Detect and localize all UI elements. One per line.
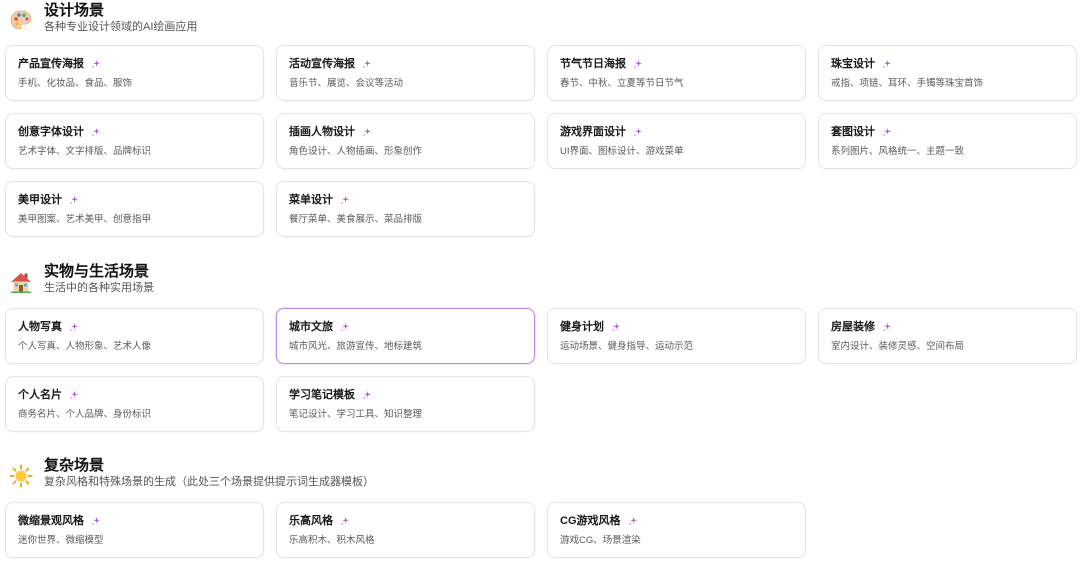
section-title: 实物与生活场景 [44, 263, 150, 280]
sparkle-icon [362, 128, 371, 137]
card-description: UI界面、图标设计、游戏菜单 [560, 146, 684, 157]
card-jewelry-design[interactable]: 珠宝设计 戒指、项链、耳环、手镯等珠宝首饰 [818, 45, 1077, 101]
card-cg-game-style[interactable]: CG游戏风格 游戏CG、场景渲染 [547, 502, 806, 558]
card-nail-design[interactable]: 美甲设计 美甲图案、艺术美甲、创意指甲 [5, 181, 264, 237]
card-description: 戒指、项链、耳环、手镯等珠宝首饰 [831, 78, 984, 89]
card-description: 春节、中秋、立夏等节日节气 [560, 78, 684, 89]
card-description: 音乐节、展览、会议等活动 [289, 78, 404, 89]
complex-card-grid: 微缩景观风格 迷你世界、微缩模型 乐高风格 乐高积木、积木风格 CG游戏风格 游… [5, 502, 1077, 558]
card-product-poster[interactable]: 产品宣传海报 手机、化妆品、食品、服饰 [5, 45, 264, 101]
card-title: 人物写真 [18, 321, 62, 333]
card-title: 套图设计 [831, 126, 875, 138]
card-title: 产品宣传海报 [18, 58, 84, 70]
card-menu-design[interactable]: 菜单设计 餐厅菜单、美食展示、菜品排版 [276, 181, 535, 237]
card-title: 乐高风格 [289, 515, 333, 527]
card-title: 学习笔记模板 [289, 389, 355, 401]
card-business-card[interactable]: 个人名片 商务名片、个人品牌、身份标识 [5, 376, 264, 432]
card-miniature-style[interactable]: 微缩景观风格 迷你世界、微缩模型 [5, 502, 264, 558]
section-subtitle: 各种专业设计领域的AI绘画应用 [44, 21, 198, 33]
card-title: 城市文旅 [289, 321, 333, 333]
card-description: 笔记设计、学习工具、知识整理 [289, 409, 423, 420]
sparkle-icon [633, 60, 642, 69]
card-description: 城市风光、旅游宣传、地标建筑 [289, 341, 423, 352]
section-header-life: 实物与生活场景 生活中的各种实用场景 [8, 263, 154, 295]
sparkle-icon [340, 323, 349, 332]
card-home-renovation[interactable]: 房屋装修 室内设计、装修灵感、空间布局 [818, 308, 1077, 364]
section-title: 设计场景 [44, 2, 105, 19]
section-header-complex: 复杂场景 复杂风格和特殊场景的生成（此处三个场景提供提示词生成器模板） [8, 457, 374, 489]
card-title: 个人名片 [18, 389, 62, 401]
card-illustration-character[interactable]: 插画人物设计 角色设计、人物插画、形象创作 [276, 113, 535, 169]
sparkle-icon [69, 196, 78, 205]
life-card-grid: 人物写真 个人写真、人物形象、艺术人像 城市文旅 城市风光、旅游宣传、地标建筑 … [5, 308, 1077, 432]
card-title: 健身计划 [560, 321, 604, 333]
sparkle-icon [628, 517, 637, 526]
card-description: 美甲图案、艺术美甲、创意指甲 [18, 214, 152, 225]
card-lego-style[interactable]: 乐高风格 乐高积木、积木风格 [276, 502, 535, 558]
card-title: 美甲设计 [18, 194, 62, 206]
card-study-notes-template[interactable]: 学习笔记模板 笔记设计、学习工具、知识整理 [276, 376, 535, 432]
section-title: 复杂场景 [44, 457, 105, 474]
card-portrait-photo[interactable]: 人物写真 个人写真、人物形象、艺术人像 [5, 308, 264, 364]
card-title: 节气节日海报 [560, 58, 626, 70]
card-description: 艺术字体、文字排版、品牌标识 [18, 146, 152, 157]
card-description: 餐厅菜单、美食展示、菜品排版 [289, 214, 423, 225]
card-game-ui-design[interactable]: 游戏界面设计 UI界面、图标设计、游戏菜单 [547, 113, 806, 169]
card-font-design[interactable]: 创意字体设计 艺术字体、文字排版、品牌标识 [5, 113, 264, 169]
card-title: 珠宝设计 [831, 58, 875, 70]
sparkle-icon [633, 128, 642, 137]
card-description: 商务名片、个人品牌、身份标识 [18, 409, 152, 420]
section-subtitle: 复杂风格和特殊场景的生成（此处三个场景提供提示词生成器模板） [44, 476, 374, 488]
card-title: 菜单设计 [289, 194, 333, 206]
palette-icon [8, 8, 34, 34]
card-description: 室内设计、装修灵感、空间布局 [831, 341, 965, 352]
sparkle-icon [882, 128, 891, 137]
card-title: 插画人物设计 [289, 126, 355, 138]
sparkle-icon [340, 196, 349, 205]
sparkle-icon [69, 391, 78, 400]
card-description: 个人写真、人物形象、艺术人像 [18, 341, 152, 352]
sparkle-icon [362, 391, 371, 400]
sparkle-icon [611, 323, 620, 332]
card-title: CG游戏风格 [560, 515, 621, 527]
sparkle-icon [362, 60, 371, 69]
design-card-grid: 产品宣传海报 手机、化妆品、食品、服饰 活动宣传海报 音乐节、展览、会议等活动 … [5, 45, 1077, 237]
card-event-poster[interactable]: 活动宣传海报 音乐节、展览、会议等活动 [276, 45, 535, 101]
card-description: 运动场景、健身指导、运动示范 [560, 341, 694, 352]
sparkle-icon [69, 323, 78, 332]
card-description: 系列图片、风格统一、主题一致 [831, 146, 965, 157]
card-description: 手机、化妆品、食品、服饰 [18, 78, 133, 89]
card-title: 游戏界面设计 [560, 126, 626, 138]
sparkle-icon [882, 323, 891, 332]
card-title: 房屋装修 [831, 321, 875, 333]
sparkle-icon [340, 517, 349, 526]
card-image-set-design[interactable]: 套图设计 系列图片、风格统一、主题一致 [818, 113, 1077, 169]
card-description: 迷你世界、微缩模型 [18, 535, 104, 546]
card-city-tourism[interactable]: 城市文旅 城市风光、旅游宣传、地标建筑 [276, 308, 535, 364]
house-icon [8, 269, 34, 295]
section-subtitle: 生活中的各种实用场景 [44, 282, 154, 294]
sparkle-icon [91, 128, 100, 137]
sparkle-icon [882, 60, 891, 69]
card-title: 微缩景观风格 [18, 515, 84, 527]
card-fitness-plan[interactable]: 健身计划 运动场景、健身指导、运动示范 [547, 308, 806, 364]
sparkle-icon [91, 517, 100, 526]
section-header-design: 设计场景 各种专业设计领域的AI绘画应用 [8, 2, 197, 34]
card-description: 角色设计、人物插画、形象创作 [289, 146, 423, 157]
card-title: 活动宣传海报 [289, 58, 355, 70]
card-description: 乐高积木、积木风格 [289, 535, 375, 546]
card-festival-poster[interactable]: 节气节日海报 春节、中秋、立夏等节日节气 [547, 45, 806, 101]
sun-icon [8, 463, 34, 489]
card-description: 游戏CG、场景渲染 [560, 535, 641, 546]
card-title: 创意字体设计 [18, 126, 84, 138]
sparkle-icon [91, 60, 100, 69]
